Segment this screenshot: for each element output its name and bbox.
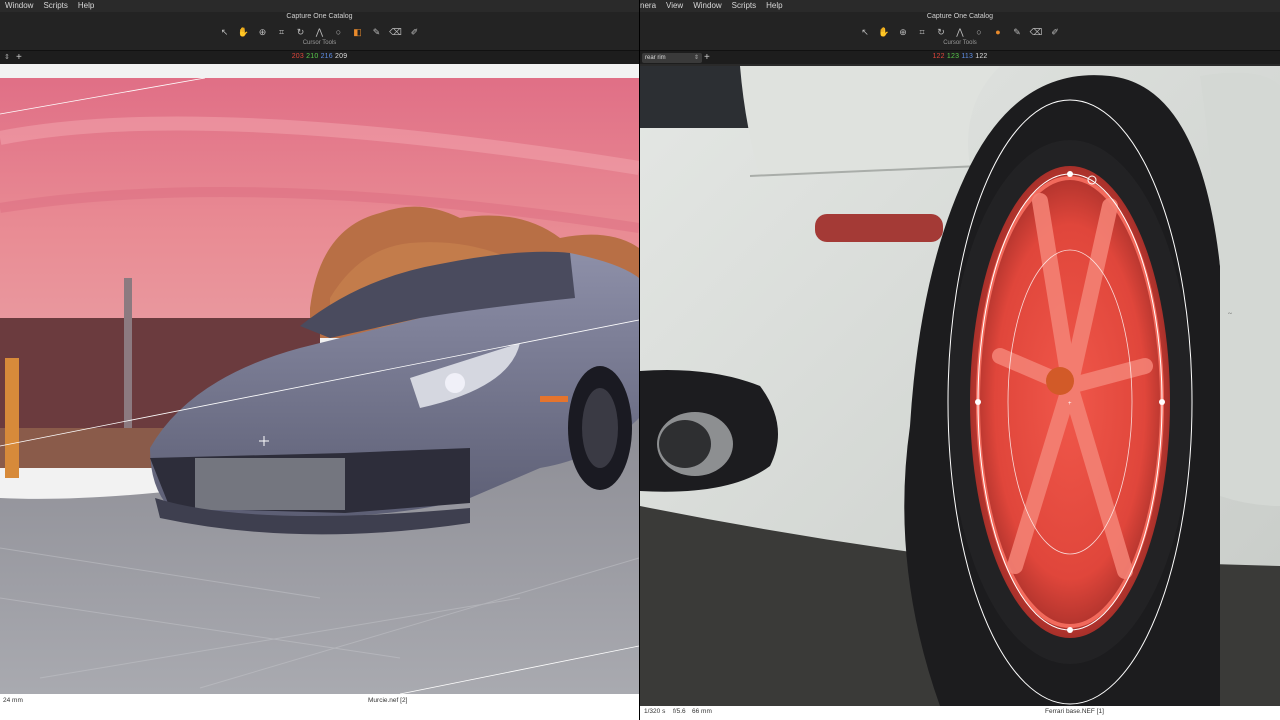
crop-icon[interactable]: ⌗ [275, 26, 289, 38]
gradient-icon[interactable]: ✐ [408, 26, 422, 38]
menu-view[interactable]: View [661, 0, 688, 12]
rotate-icon[interactable]: ↻ [934, 26, 948, 38]
red-value: 203 [291, 53, 304, 60]
menu-help[interactable]: Help [761, 0, 787, 12]
viewer-info-bar: rear rim ⇕ + 122 123 113 122 [640, 50, 1280, 64]
toolbar: Capture One Catalog ↖ ✋ ⊕ ⌗ ↻ ⋀ ○ ● ✎ ⌫ … [640, 12, 1280, 50]
red-value: 122 [932, 53, 945, 60]
hand-icon[interactable]: ✋ [877, 26, 891, 38]
mask-brush-icon[interactable]: ✎ [1010, 26, 1024, 38]
erase-icon[interactable]: ⌫ [389, 26, 403, 38]
color-picker-icon[interactable]: ● [991, 26, 1005, 38]
crop-icon[interactable]: ⌗ [915, 26, 929, 38]
photo-lamborghini[interactable] [0, 78, 639, 694]
menu-bar: Window Scripts Help [0, 0, 639, 12]
color-picker-icon[interactable]: ◧ [351, 26, 365, 38]
viewer-canvas[interactable] [0, 64, 639, 694]
green-value: 210 [306, 53, 319, 60]
catalog-title: Capture One Catalog [286, 13, 353, 20]
menu-help[interactable]: Help [73, 0, 99, 12]
green-value: 123 [946, 53, 960, 60]
blue-value: 113 [961, 53, 974, 60]
shutter-speed: 1/320 s [644, 708, 666, 715]
mask-brush-icon[interactable]: ✎ [370, 26, 384, 38]
menu-bar: nera View Window Scripts Help [640, 0, 1280, 12]
hand-icon[interactable]: ✋ [237, 26, 251, 38]
left-viewer-pane: Window Scripts Help Capture One Catalog … [0, 0, 639, 720]
select-icon[interactable]: ↖ [218, 26, 232, 38]
cursor-tools: ↖ ✋ ⊕ ⌗ ↻ ⋀ ○ ◧ ✎ ⌫ ✐ [0, 26, 639, 40]
spot-icon[interactable]: ○ [332, 26, 346, 38]
rotate-icon[interactable]: ↻ [294, 26, 308, 38]
gradient-icon[interactable]: ✐ [1048, 26, 1062, 38]
right-viewer-pane: nera View Window Scripts Help Capture On… [640, 0, 1280, 720]
cursor-tools: ↖ ✋ ⊕ ⌗ ↻ ⋀ ○ ● ✎ ⌫ ✐ [640, 26, 1280, 40]
keystone-icon[interactable]: ⋀ [313, 26, 327, 38]
zoom-icon[interactable]: ⊕ [896, 26, 910, 38]
status-bar: 24 mm Murcie.nef [2] [0, 694, 639, 720]
menu-window[interactable]: Window [688, 0, 726, 12]
keystone-icon[interactable]: ⋀ [953, 26, 967, 38]
cursor-tools-label: Cursor Tools [302, 40, 337, 46]
focal-length: 66 mm [692, 708, 712, 715]
badge-script: ~ [1228, 310, 1232, 318]
viewer-info-bar: ⇕ + 203 210 216 209 [0, 50, 639, 64]
filename: Murcie.nef [2] [368, 697, 408, 704]
select-icon[interactable]: ↖ [858, 26, 872, 38]
catalog-title: Capture One Catalog [926, 13, 994, 20]
filename: Ferrari base.NEF [1] [1045, 708, 1104, 715]
spot-icon[interactable]: ○ [972, 26, 986, 38]
focal-length: 24 mm [3, 697, 23, 704]
luma-value: 122 [975, 53, 988, 60]
toolbar: Capture One Catalog ↖ ✋ ⊕ ⌗ ↻ ⋀ ○ ◧ ✎ ⌫ … [0, 12, 639, 50]
aperture: f/5.6 [673, 708, 686, 715]
menu-camera[interactable]: nera [640, 0, 661, 12]
mask-center-icon: + [1068, 401, 1072, 407]
rgb-readout: 122 123 113 122 [640, 53, 1280, 60]
luma-value: 209 [335, 53, 348, 60]
rgb-readout: 203 210 216 209 [0, 53, 639, 60]
viewer-canvas[interactable]: ~ + [640, 64, 1280, 706]
zoom-icon[interactable]: ⊕ [256, 26, 270, 38]
photo-ferrari-wheel[interactable]: ~ + [640, 66, 1280, 706]
erase-icon[interactable]: ⌫ [1029, 26, 1043, 38]
cursor-tools-label: Cursor Tools [943, 40, 977, 46]
menu-window[interactable]: Window [0, 0, 38, 12]
blue-value: 216 [320, 53, 333, 60]
status-bar: 1/320 s f/5.6 66 mm Ferrari base.NEF [1] [640, 706, 1280, 720]
menu-scripts[interactable]: Scripts [727, 0, 761, 12]
menu-scripts[interactable]: Scripts [38, 0, 72, 12]
